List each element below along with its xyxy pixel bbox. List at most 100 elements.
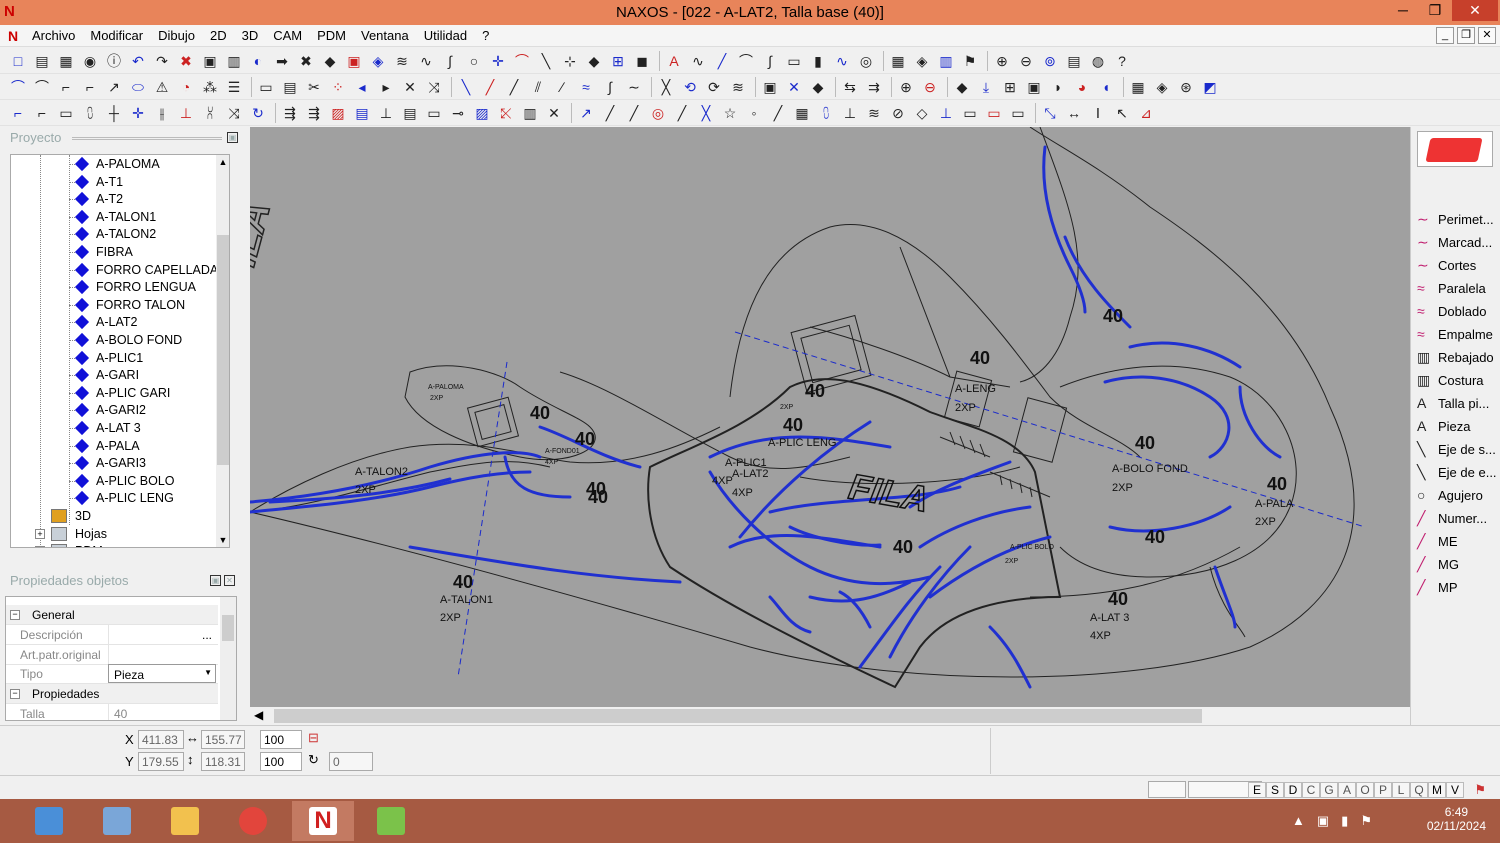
minimize-button[interactable]: ─ <box>1386 0 1420 21</box>
tool-icon[interactable]: ▣ <box>344 51 364 71</box>
tool-icon[interactable]: ⌒ <box>8 77 28 97</box>
show-hidden-icons[interactable]: ▲ <box>1292 813 1305 829</box>
tool-icon[interactable]: ≈ <box>576 77 596 97</box>
tool-costura[interactable]: ▥ Costura <box>1415 370 1500 393</box>
tool-icon[interactable]: ╲ <box>456 77 476 97</box>
tool-icon[interactable]: ⫽ <box>528 77 548 97</box>
property-row[interactable]: Talla 40 <box>6 704 218 720</box>
tool-icon[interactable]: ✖ <box>296 51 316 71</box>
tree-item-piece[interactable]: A-GARI3 <box>11 455 211 472</box>
tool-icon[interactable]: ? <box>1112 51 1132 71</box>
tool-icon[interactable]: ➡ <box>272 51 292 71</box>
tool-icon[interactable]: ⊞ <box>608 51 628 71</box>
tool-icon[interactable]: ▤ <box>1064 51 1084 71</box>
tool-icon[interactable]: ╲ <box>536 51 556 71</box>
tool-icon[interactable]: ▦ <box>888 51 908 71</box>
tool-pieza[interactable]: A Pieza <box>1415 416 1500 439</box>
tool-icon[interactable]: ▥ <box>224 51 244 71</box>
menu-modificar[interactable]: Modificar <box>90 28 151 43</box>
tool-icon[interactable]: □ <box>8 51 28 71</box>
tool-icon[interactable]: ▭ <box>256 77 276 97</box>
tool-icon[interactable]: ⌐ <box>32 103 52 123</box>
taskbar-file-explorer[interactable] <box>154 801 216 841</box>
tree-item-piece[interactable]: FORRO CAPELLADA <box>11 262 218 279</box>
scroll-up-icon[interactable]: ▲ <box>216 155 229 169</box>
angle-field[interactable]: 0 <box>329 752 373 771</box>
tool-icon[interactable]: ✕ <box>400 77 420 97</box>
tree-item-piece[interactable]: A-PLIC GARI <box>11 385 211 402</box>
status-toggle-l[interactable]: L <box>1392 782 1410 798</box>
dropdown-arrow-icon[interactable]: ▼ <box>204 668 212 677</box>
tool-icon[interactable]: ◕ <box>1072 77 1092 97</box>
tool-numer[interactable]: ╱ Numer... <box>1415 508 1500 531</box>
tree-item-piece[interactable]: FORRO LENGUA <box>11 279 211 296</box>
tool-icon[interactable]: ▭ <box>1008 103 1028 123</box>
tool-icon[interactable]: ⊸ <box>448 103 468 123</box>
tool-icon[interactable]: ⊹ <box>560 51 580 71</box>
tool-icon[interactable]: ⊘ <box>888 103 908 123</box>
tool-icon[interactable]: ⤪ <box>496 103 516 123</box>
tool-icon[interactable]: ⩇ <box>80 103 100 123</box>
tool-icon[interactable]: ≋ <box>864 103 884 123</box>
tool-icon[interactable]: ▣ <box>760 77 780 97</box>
tool-icon[interactable]: ✛ <box>128 103 148 123</box>
tool-icon[interactable]: ⚑ <box>960 51 980 71</box>
tool-icon[interactable]: ↗ <box>576 103 596 123</box>
tool-icon[interactable]: ↗ <box>104 77 124 97</box>
tree-scroll-thumb[interactable] <box>217 235 229 465</box>
status-toggle-e[interactable]: E <box>1248 782 1266 798</box>
expand-icon[interactable]: + <box>35 546 45 547</box>
scale-lock-icon[interactable]: ⊟ <box>308 730 319 746</box>
property-value[interactable]: Pieza ▼ <box>108 664 216 684</box>
tool-icon[interactable]: ⊛ <box>1176 77 1196 97</box>
tool-icon[interactable]: ╱ <box>672 103 692 123</box>
tool-icon[interactable]: ◂ <box>352 77 372 97</box>
properties-scrollbar[interactable] <box>220 597 236 720</box>
tool-agujero[interactable]: ○ Agujero <box>1415 485 1500 508</box>
tool-icon[interactable]: ▭ <box>984 103 1004 123</box>
tree-item-piece[interactable]: A-GARI <box>11 367 211 384</box>
tool-icon[interactable]: ⩇ <box>816 103 836 123</box>
tool-icon[interactable]: ╱ <box>768 103 788 123</box>
tool-icon[interactable]: ∿ <box>688 51 708 71</box>
property-row[interactable]: Art.patr.original <box>6 644 218 665</box>
close-icon[interactable]: ✕ <box>224 575 235 586</box>
tool-icon[interactable]: ⊖ <box>1016 51 1036 71</box>
signal-icon[interactable]: ▮ <box>1341 813 1348 829</box>
tool-icon[interactable]: ⊥ <box>176 103 196 123</box>
tool-icon[interactable]: ◎ <box>856 51 876 71</box>
tool-icon[interactable]: ▨ <box>472 103 492 123</box>
tool-icon[interactable]: ╱ <box>504 77 524 97</box>
tool-icon[interactable]: ╱ <box>712 51 732 71</box>
tool-icon[interactable]: ⟲ <box>680 77 700 97</box>
tool-mp[interactable]: ╱ MP <box>1415 577 1500 600</box>
tool-rebajado[interactable]: ▥ Rebajado <box>1415 347 1500 370</box>
tool-icon[interactable]: ✖ <box>176 51 196 71</box>
tool-icon[interactable]: ⬭ <box>128 77 148 97</box>
tool-icon[interactable]: ⇶ <box>304 103 324 123</box>
tool-doblado[interactable]: ≈ Doblado <box>1415 301 1500 324</box>
tool-icon[interactable]: ⇶ <box>280 103 300 123</box>
tool-mg[interactable]: ╱ MG <box>1415 554 1500 577</box>
tree-item-piece[interactable]: A-TALON2 <box>11 226 211 243</box>
tool-icon[interactable]: ⌒ <box>736 51 756 71</box>
tool-icon[interactable]: ◦ <box>744 103 764 123</box>
tool-icon[interactable]: ▣ <box>1024 77 1044 97</box>
properties-scroll-thumb[interactable] <box>222 615 234 641</box>
tool-icon[interactable]: ⊞ <box>1000 77 1020 97</box>
tool-icon[interactable]: ☰ <box>224 77 244 97</box>
tool-icon[interactable]: ○ <box>464 51 484 71</box>
tool-icon[interactable]: ∫ <box>440 51 460 71</box>
tool-icon[interactable]: ◐ <box>248 51 268 71</box>
taskbar-green-app[interactable] <box>360 801 422 841</box>
tree-item-piece[interactable]: A-GARI2 <box>11 402 211 419</box>
tool-icon[interactable]: ◆ <box>952 77 972 97</box>
scale-y-field[interactable]: 100 <box>260 752 302 771</box>
status-toggle-p[interactable]: P <box>1374 782 1392 798</box>
collapse-icon[interactable]: − <box>10 610 20 620</box>
restore-button[interactable]: ❐ <box>1418 0 1452 21</box>
tool-icon[interactable]: ↔ <box>1064 103 1084 123</box>
tree-item-folder[interactable]: 3D <box>11 508 211 525</box>
tool-eje-de-s[interactable]: ╲ Eje de s... <box>1415 439 1500 462</box>
tool-icon[interactable]: ╱ <box>480 77 500 97</box>
